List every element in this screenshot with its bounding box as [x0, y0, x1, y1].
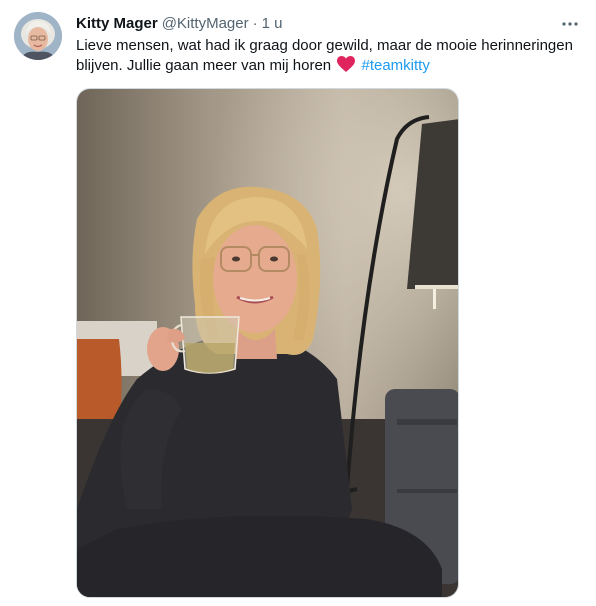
separator-dot: ·: [252, 15, 258, 32]
heart-icon: [337, 56, 356, 79]
timestamp[interactable]: 1 u: [262, 14, 283, 34]
more-horizontal-icon[interactable]: [558, 12, 582, 36]
user-handle[interactable]: @KittyMager: [162, 14, 249, 34]
tweet-text: Lieve mensen, wat had ik graag door gewi…: [76, 36, 581, 79]
tweet-photo[interactable]: [76, 88, 459, 598]
tweet-header: Kitty Mager @KittyMager · 1 u: [76, 14, 282, 34]
display-name[interactable]: Kitty Mager: [76, 14, 158, 34]
hashtag-link[interactable]: #teamkitty: [361, 57, 429, 74]
tweet-body: Lieve mensen, wat had ik graag door gewi…: [76, 37, 573, 74]
tweet[interactable]: Kitty Mager @KittyMager · 1 u Lieve mens…: [0, 0, 596, 606]
avatar[interactable]: [14, 12, 62, 60]
